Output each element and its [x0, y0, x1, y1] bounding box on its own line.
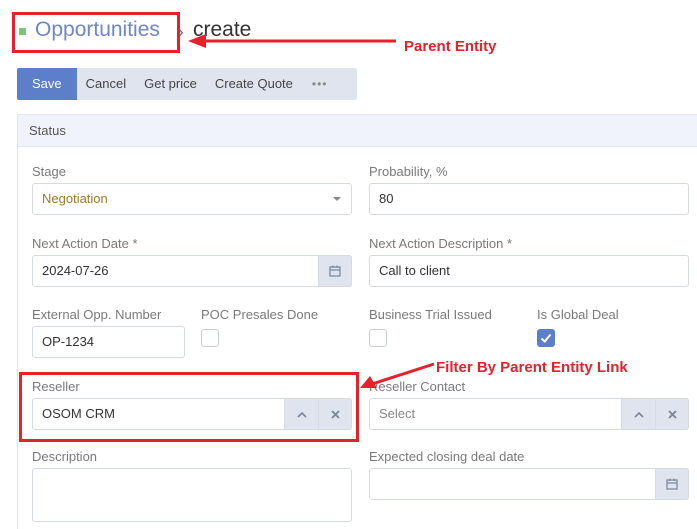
annotation-highlight-reseller — [19, 372, 359, 442]
next-action-date-value: 2024-07-26 — [42, 263, 109, 278]
stage-label: Stage — [32, 164, 66, 179]
close-icon — [667, 409, 677, 419]
page-header: Opportunities › create Parent Entity — [0, 0, 697, 60]
reseller-contact-clear-button[interactable] — [655, 398, 689, 430]
checkmark-icon — [540, 333, 552, 343]
calendar-button[interactable] — [655, 468, 689, 500]
poc-presales-done-label: POC Presales Done — [201, 307, 319, 322]
reseller-contact-placeholder: Select — [379, 406, 416, 421]
cancel-button[interactable]: Cancel — [77, 68, 135, 100]
external-opp-number-input[interactable]: OP-1234 — [32, 326, 185, 358]
calendar-icon — [329, 265, 341, 277]
business-trial-issued-label: Business Trial Issued — [369, 307, 492, 322]
stage-select[interactable]: Negotiation — [32, 183, 352, 215]
annotation-label-filter-link: Filter By Parent Entity Link — [436, 359, 628, 376]
annotation-arrow-down-left-icon — [360, 362, 435, 388]
is-global-deal-checkbox[interactable] — [537, 329, 555, 347]
next-action-date-input[interactable]: 2024-07-26 — [32, 255, 352, 287]
get-price-button[interactable]: Get price — [135, 68, 206, 100]
panel-title: Status — [18, 115, 697, 147]
probability-input[interactable]: 80 — [369, 183, 689, 215]
external-opp-number-label: External Opp. Number — [32, 307, 162, 322]
calendar-icon — [666, 478, 678, 490]
calendar-button[interactable] — [318, 255, 352, 287]
reseller-contact-expand-button[interactable] — [621, 398, 655, 430]
is-global-deal-label: Is Global Deal — [537, 307, 619, 322]
probability-value: 80 — [379, 191, 394, 206]
next-action-description-input[interactable]: Call to client — [369, 255, 689, 287]
stage-value: Negotiation — [42, 191, 108, 206]
action-toolbar: Save Cancel Get price Create Quote ••• — [17, 68, 357, 100]
probability-label: Probability, % — [369, 164, 448, 179]
expected-closing-date-label: Expected closing deal date — [369, 449, 525, 464]
next-action-description-value: Call to client — [379, 263, 450, 278]
description-label: Description — [32, 449, 98, 464]
poc-presales-done-checkbox[interactable] — [201, 329, 219, 347]
create-quote-button[interactable]: Create Quote — [206, 68, 302, 100]
more-actions-button[interactable]: ••• — [302, 68, 338, 100]
save-button[interactable]: Save — [17, 68, 77, 100]
chevron-up-icon — [633, 411, 644, 418]
business-trial-issued-checkbox[interactable] — [369, 329, 387, 347]
next-action-description-label: Next Action Description * — [369, 236, 513, 251]
annotation-label-parent-entity: Parent Entity — [404, 38, 497, 55]
reseller-contact-select[interactable]: Select — [369, 398, 689, 430]
description-textarea[interactable] — [32, 468, 352, 522]
external-opp-number-value: OP-1234 — [42, 334, 95, 349]
expected-closing-date-input[interactable] — [369, 468, 689, 500]
chevron-down-icon — [333, 197, 341, 201]
annotation-arrow-left-icon — [188, 34, 396, 48]
next-action-date-label: Next Action Date * — [32, 236, 138, 251]
annotation-highlight-parent — [12, 12, 180, 53]
